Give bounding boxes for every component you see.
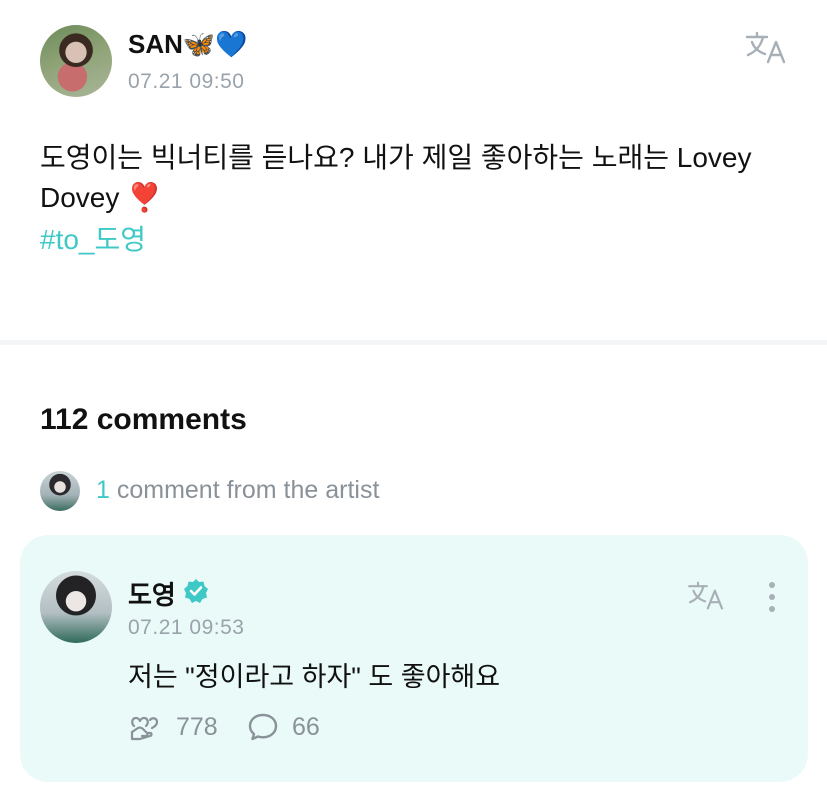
post-author-emoji: 🦋💙	[182, 29, 248, 59]
post-author-name-text: SAN	[128, 29, 183, 59]
comment-translate-icon[interactable]	[686, 580, 726, 612]
artist-avatar-small[interactable]	[40, 471, 80, 511]
comments-count-heading: 112 comments	[40, 403, 247, 436]
comment-author-avatar[interactable]	[40, 571, 112, 643]
comment-timestamp: 07.21 09:53	[128, 616, 245, 639]
comment-author-name[interactable]: 도영	[128, 575, 176, 612]
artist-comments-link[interactable]: 1 comment from the artist	[96, 476, 379, 505]
post-author-avatar[interactable]	[40, 25, 112, 97]
more-vertical-icon[interactable]	[762, 580, 782, 614]
verified-badge-icon	[182, 577, 210, 605]
post-text-line-2: Dovey ❣️	[40, 178, 800, 218]
translate-icon[interactable]	[744, 30, 788, 66]
artist-comment-label: comment from the artist	[109, 476, 380, 504]
post-emoji: ❣️	[127, 182, 163, 213]
post-author-name[interactable]: SAN🦋💙	[128, 29, 248, 60]
artist-comment-count: 1	[96, 476, 110, 504]
post-body: 도영이는 빅너티를 듣나요? 내가 제일 좋아하는 노래는 Lovey Dove…	[40, 138, 800, 218]
post-text-line-2-text: Dovey	[40, 182, 128, 213]
like-count: 778	[176, 713, 218, 741]
speech-bubble-icon[interactable]	[247, 712, 279, 742]
section-divider	[0, 340, 827, 345]
reply-count: 66	[292, 713, 320, 741]
heart-hand-icon[interactable]	[128, 712, 162, 742]
post-timestamp: 07.21 09:50	[128, 70, 245, 93]
comment-text: 저는 "정이라고 하자" 도 좋아해요	[128, 662, 501, 692]
post-text-line: 도영이는 빅너티를 듣나요? 내가 제일 좋아하는 노래는 Lovey	[40, 142, 752, 173]
hashtag-link[interactable]: #to_도영	[40, 218, 146, 258]
